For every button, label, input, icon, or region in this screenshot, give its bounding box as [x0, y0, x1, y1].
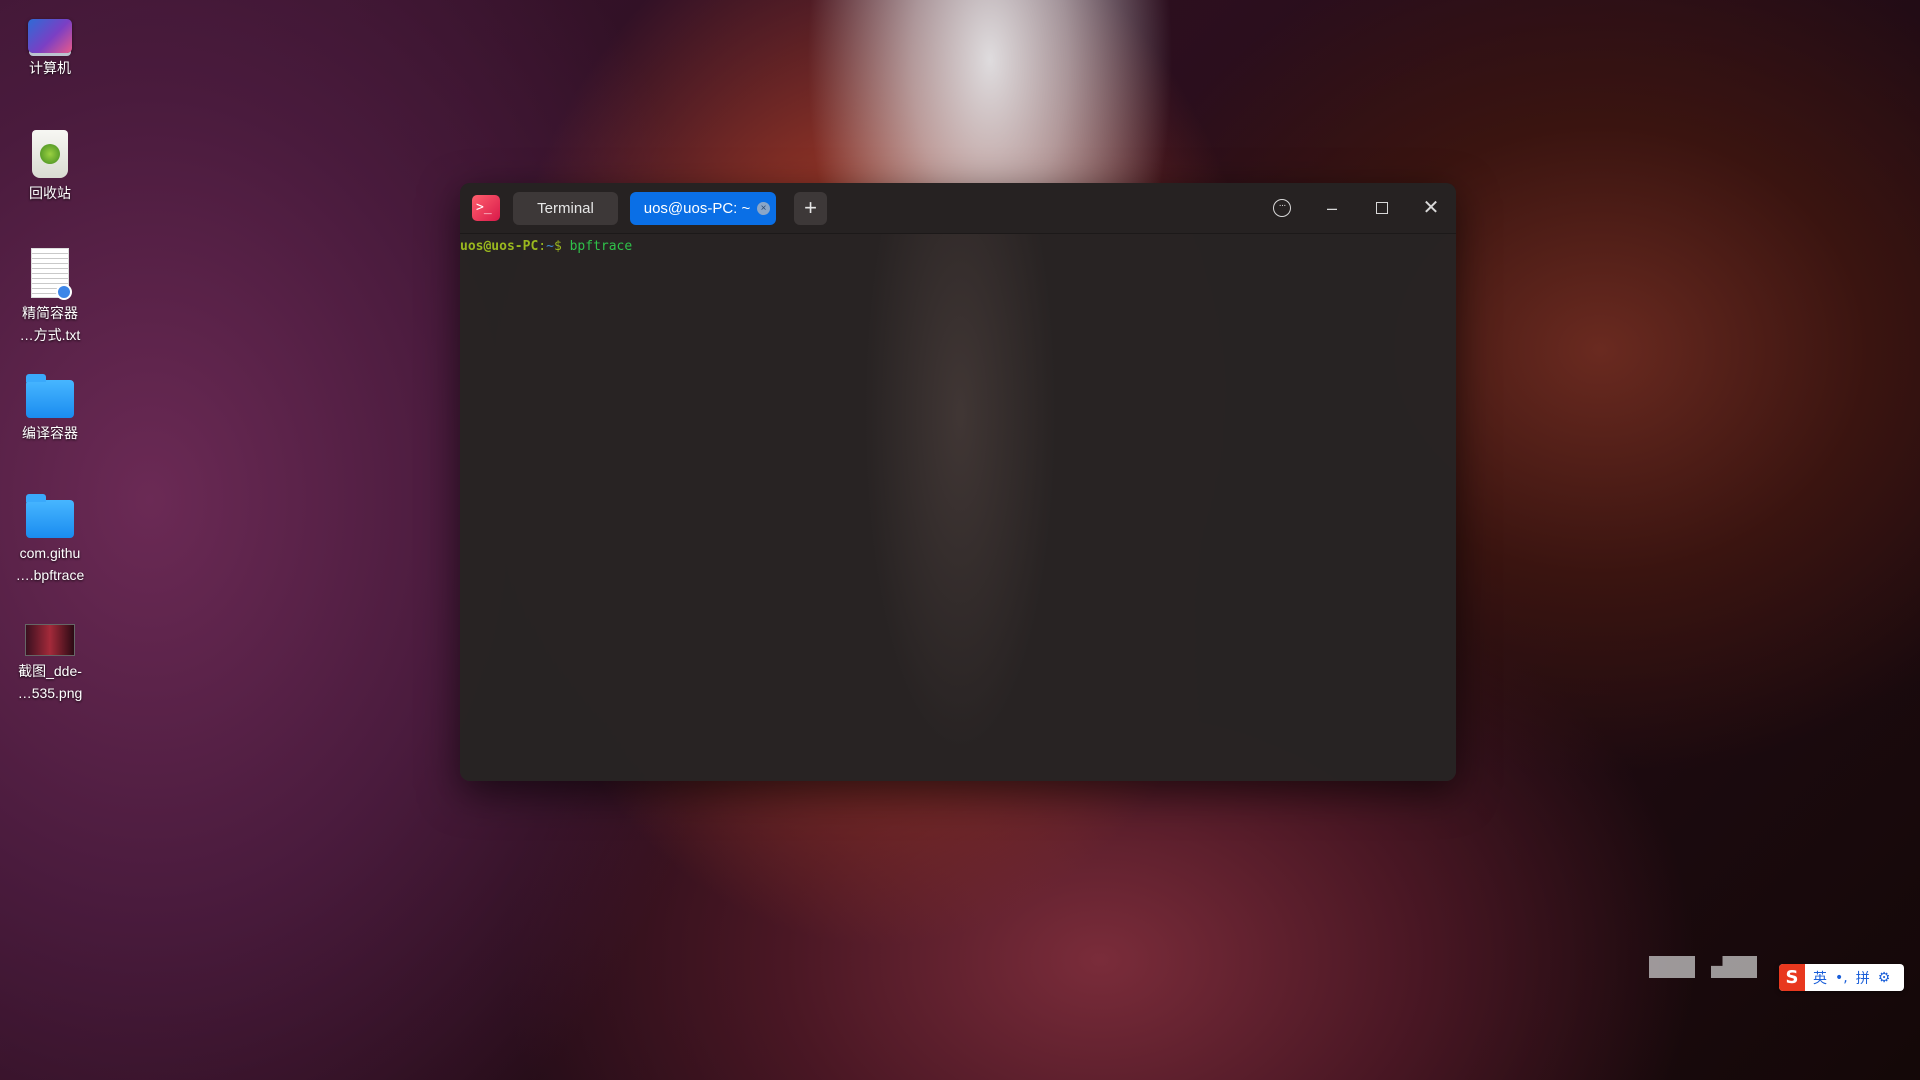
more-icon: ··· [1273, 199, 1291, 217]
prompt-line: uos@uos-PC:~$ bpftrace [460, 238, 1456, 256]
desktop-icon-folder-bpftrace[interactable]: com.githu ….bpftrace [0, 490, 100, 586]
settings-icon[interactable]: ⚙ [1878, 970, 1891, 986]
sogou-logo-icon: S [1779, 964, 1805, 991]
desktop-icon-label: 计算机 [29, 60, 71, 76]
ime-toolbar[interactable]: S 英 •, 拼 ⚙ [1779, 964, 1904, 991]
text-file-icon [31, 248, 72, 300]
prompt-colon: : [538, 239, 547, 254]
tray-widget[interactable] [1711, 956, 1757, 978]
desktop-icon-computer[interactable]: 计算机 [0, 12, 100, 79]
computer-icon [28, 19, 72, 53]
maximize-icon [1376, 202, 1388, 214]
desktop-icon-text-file[interactable]: 精简容器 …方式.txt [0, 248, 100, 346]
tab-uos-pc[interactable]: uos@uos-PC: ~ × [630, 192, 776, 225]
new-tab-button[interactable]: + [794, 192, 827, 225]
close-button[interactable]: ✕ [1418, 195, 1444, 221]
desktop-icon-label: 截图_dde- …535.png [17, 663, 83, 701]
terminal-output[interactable]: uos@uos-PC:~$ bpftrace [460, 234, 1456, 781]
trash-icon [32, 130, 68, 178]
tab-label: Terminal [537, 200, 594, 217]
ime-language-toggle[interactable]: 英 [1813, 968, 1827, 988]
desktop-icon-label: 编译容器 [22, 425, 78, 441]
terminal-app-icon: >_ [472, 195, 500, 221]
desktop-icon-label: 精简容器 …方式.txt [19, 305, 81, 343]
prompt-path: ~ [546, 239, 554, 254]
minimize-button[interactable]: – [1319, 195, 1345, 221]
terminal-titlebar[interactable]: >_ Terminal uos@uos-PC: ~ × + ··· – ✕ [460, 183, 1456, 234]
tray-widget[interactable] [1649, 956, 1695, 978]
prompt-user-host: uos@uos-PC [460, 239, 539, 254]
maximize-button[interactable] [1369, 195, 1395, 221]
desktop-icon-screenshot[interactable]: 截图_dde- …535.png [0, 610, 100, 704]
desktop-icon-label: 回收站 [29, 185, 71, 201]
ime-punctuation-toggle[interactable]: •, [1835, 970, 1848, 986]
image-file-icon [25, 624, 75, 656]
prompt-command: bpftrace [569, 239, 633, 254]
folder-icon [26, 494, 74, 538]
menu-button[interactable]: ··· [1269, 195, 1295, 221]
terminal-window: >_ Terminal uos@uos-PC: ~ × + ··· – ✕ uo… [460, 183, 1456, 781]
desktop-icon-label: com.githu ….bpftrace [15, 545, 85, 583]
folder-icon [26, 374, 74, 418]
tab-terminal[interactable]: Terminal [513, 192, 618, 225]
tab-label: uos@uos-PC: ~ [643, 200, 751, 217]
tab-close-icon[interactable]: × [757, 202, 770, 215]
ime-pinyin-toggle[interactable]: 拼 [1856, 968, 1870, 988]
desktop-icon-folder-build[interactable]: 编译容器 [0, 370, 100, 444]
desktop-icon-trash[interactable]: 回收站 [0, 130, 100, 204]
prompt-symbol: $ [553, 239, 562, 254]
